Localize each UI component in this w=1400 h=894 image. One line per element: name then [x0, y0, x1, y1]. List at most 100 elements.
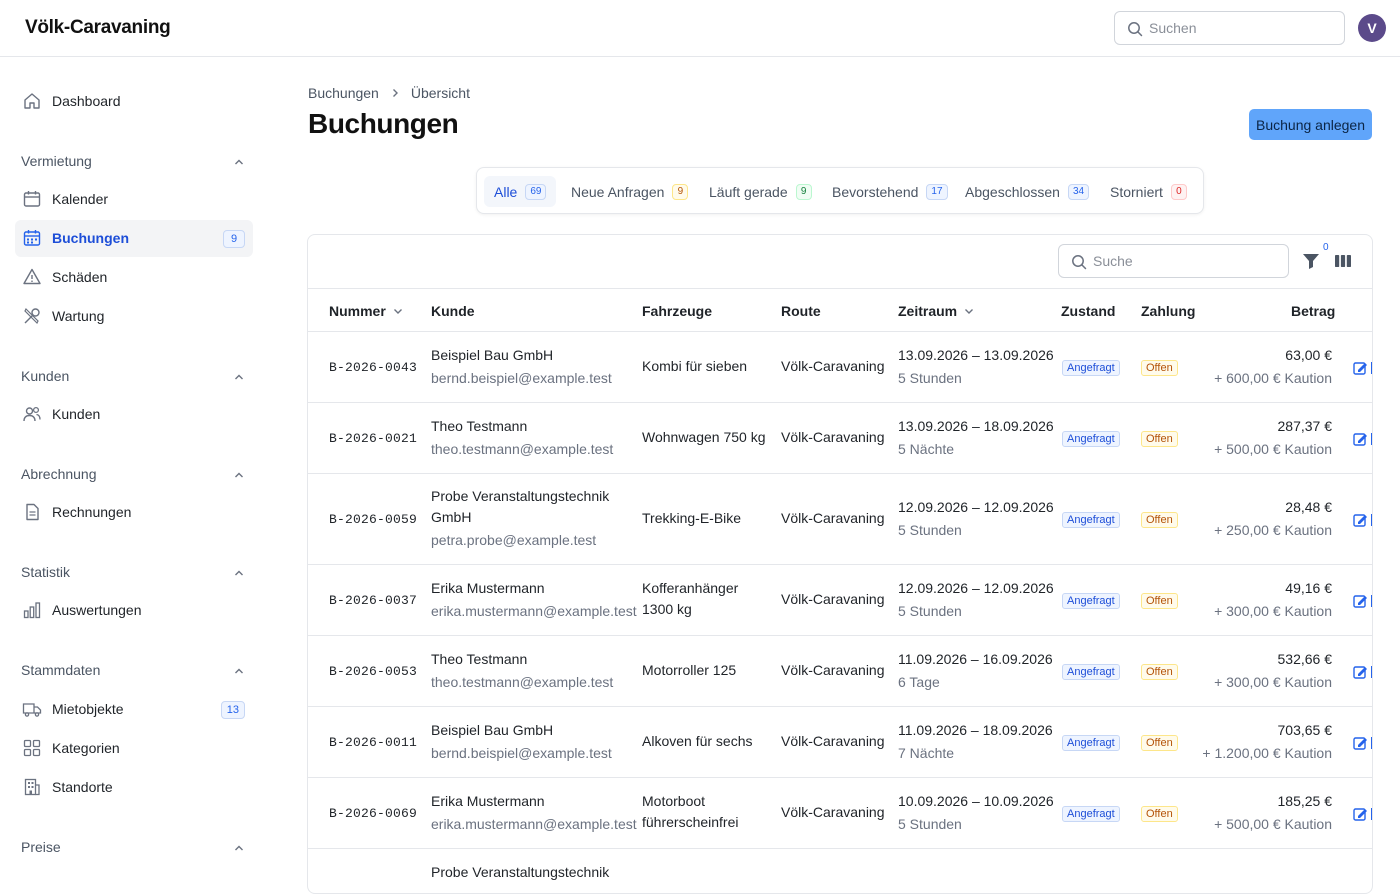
add-booking-button[interactable]: Buchung anlegen [1249, 109, 1372, 140]
table-row[interactable]: B-2026-0011 Beispiel Bau GmbH bernd.beis… [308, 707, 1373, 778]
warning-icon [23, 268, 41, 285]
duration: 7 Nächte [898, 745, 955, 761]
table-row[interactable]: B-2026-0021 Theo Testmann theo.testmann@… [308, 403, 1373, 474]
col-route[interactable]: Route [781, 303, 821, 319]
section-vermietung[interactable]: Vermietung [21, 153, 249, 169]
booking-number[interactable]: B-2026-0069 [329, 803, 417, 824]
table-row[interactable]: B-2026-0053 Theo Testmann theo.testmann@… [308, 636, 1373, 707]
sidebar-item-auswertungen[interactable]: Auswertungen [15, 592, 253, 629]
booking-number[interactable]: B-2026-0037 [329, 590, 417, 611]
top-bar: Völk-Caravaning V [0, 0, 1400, 57]
customer-email: theo.testmann@example.test [431, 674, 614, 690]
booking-number[interactable]: B-2026-0053 [329, 661, 417, 682]
tab-count: 9 [795, 183, 812, 200]
edit-icon[interactable] [1353, 593, 1373, 609]
sidebar-item-rechnungen[interactable]: Rechnungen [15, 494, 253, 531]
tab-label: Neue Anfragen [571, 183, 665, 200]
col-kunde[interactable]: Kunde [431, 303, 475, 319]
tab-storniert[interactable]: Storniert 0 [1100, 176, 1197, 207]
sidebar-item-wartung[interactable]: Wartung [15, 298, 253, 335]
table-row[interactable]: B-2026-0043 Beispiel Bau GmbH bernd.beis… [308, 332, 1373, 403]
col-betrag[interactable]: Betrag [1291, 303, 1335, 319]
tab-label: Storniert [1110, 183, 1163, 200]
edit-icon[interactable] [1353, 360, 1373, 376]
status-badge: Angefragt [1062, 360, 1120, 376]
status-badge: Angefragt [1062, 664, 1120, 680]
col-fahrzeuge[interactable]: Fahrzeuge [642, 303, 712, 319]
filter-count-badge: 0 [1323, 242, 1329, 253]
edit-icon[interactable] [1353, 735, 1373, 751]
col-zahlung[interactable]: Zahlung [1141, 303, 1195, 319]
table-row[interactable]: B-2026-0037 Erika Mustermann erika.muste… [308, 565, 1373, 636]
app-title[interactable]: Völk-Caravaning [25, 17, 171, 39]
tab-neue-anfragen[interactable]: Neue Anfragen 9 [561, 176, 698, 207]
table-search-input[interactable] [1093, 245, 1283, 277]
vehicle-cont: 1300 kg [642, 601, 692, 617]
booking-number[interactable]: B-2026-0021 [329, 428, 417, 449]
count-badge: 13 [220, 701, 245, 719]
edit-icon[interactable] [1353, 664, 1373, 680]
booking-number[interactable]: B-2026-0043 [329, 357, 417, 378]
period: 13.09.2026 – 18.09.2026 [898, 418, 1054, 434]
filter-icon[interactable] [1301, 251, 1321, 271]
period: 10.09.2026 – 10.09.2026 [898, 793, 1054, 809]
col-zeitraum[interactable]: Zeitraum [898, 303, 975, 319]
columns-icon[interactable] [1333, 251, 1353, 271]
sidebar-item-label: Standorte [52, 779, 113, 795]
edit-icon[interactable] [1353, 806, 1373, 822]
tab-bevorstehend[interactable]: Bevorstehend 17 [822, 176, 958, 207]
sidebar-item-kunden[interactable]: Kunden [15, 396, 253, 433]
table-row[interactable]: B-2026-0059 Probe Veranstaltungstechnik … [308, 474, 1373, 565]
calendar-days-icon [23, 230, 41, 246]
payment-badge: Offen [1141, 806, 1178, 822]
status-badge: Angefragt [1062, 806, 1120, 822]
sidebar-item-label: Kategorien [52, 740, 120, 756]
chevron-up-icon [235, 668, 243, 674]
global-search[interactable] [1114, 11, 1345, 45]
breadcrumb-parent[interactable]: Buchungen [308, 85, 379, 101]
bar-chart-icon [23, 602, 41, 619]
global-search-input[interactable] [1149, 12, 1339, 44]
edit-icon[interactable] [1353, 431, 1373, 447]
table-row[interactable]: Probe Veranstaltungstechnik [308, 849, 1372, 893]
tab-laeuft-gerade[interactable]: Läuft gerade 9 [699, 176, 822, 207]
vehicle: Wohnwagen 750 kg [642, 429, 766, 445]
deposit: + 250,00 € Kaution [1214, 522, 1332, 538]
sidebar-item-buchungen[interactable]: Buchungen 9 [15, 220, 253, 257]
booking-number[interactable]: B-2026-0059 [329, 509, 417, 530]
status-badge: Angefragt [1062, 431, 1120, 447]
chevron-up-icon [235, 570, 243, 576]
sidebar-item-kalender[interactable]: Kalender [15, 181, 253, 218]
amount: 49,16 € [1285, 580, 1332, 596]
vehicle: Motorroller 125 [642, 662, 737, 678]
tab-abgeschlossen[interactable]: Abgeschlossen 34 [955, 176, 1099, 207]
table-row[interactable]: B-2026-0069 Erika Mustermann erika.muste… [308, 778, 1373, 849]
col-zustand[interactable]: Zustand [1061, 303, 1115, 319]
user-avatar[interactable]: V [1358, 14, 1386, 42]
section-statistik[interactable]: Statistik [21, 564, 249, 580]
tab-alle[interactable]: Alle 69 [484, 176, 557, 207]
sidebar-item-dashboard[interactable]: Dashboard [15, 83, 253, 120]
sidebar-item-kategorien[interactable]: Kategorien [15, 730, 253, 767]
booking-number[interactable]: B-2026-0011 [329, 732, 417, 753]
col-nummer[interactable]: Nummer [329, 303, 404, 319]
route: Völk-Caravaning [781, 591, 885, 607]
table-search[interactable] [1058, 244, 1289, 278]
period: 12.09.2026 – 12.09.2026 [898, 580, 1054, 596]
section-preise[interactable]: Preise [21, 839, 249, 855]
section-stammdaten[interactable]: Stammdaten [21, 662, 249, 678]
sidebar-item-standorte[interactable]: Standorte [15, 769, 253, 806]
section-kunden[interactable]: Kunden [21, 368, 249, 384]
section-abrechnung[interactable]: Abrechnung [21, 466, 249, 482]
customer-name: Probe Veranstaltungstechnik [431, 864, 610, 880]
vehicle: Kofferanhänger [642, 580, 739, 596]
sidebar-item-schaeden[interactable]: Schäden [15, 259, 253, 296]
amount: 63,00 € [1285, 347, 1332, 363]
sidebar-item-mietobjekte[interactable]: Mietobjekte 13 [15, 691, 253, 728]
vehicle: Alkoven für sechs [642, 733, 753, 749]
edit-icon[interactable] [1353, 512, 1373, 528]
sidebar-item-label: Buchungen [52, 230, 129, 246]
customer-email: bernd.beispiel@example.test [431, 370, 612, 386]
tools-icon [24, 307, 40, 325]
tab-label: Abgeschlossen [965, 183, 1060, 200]
